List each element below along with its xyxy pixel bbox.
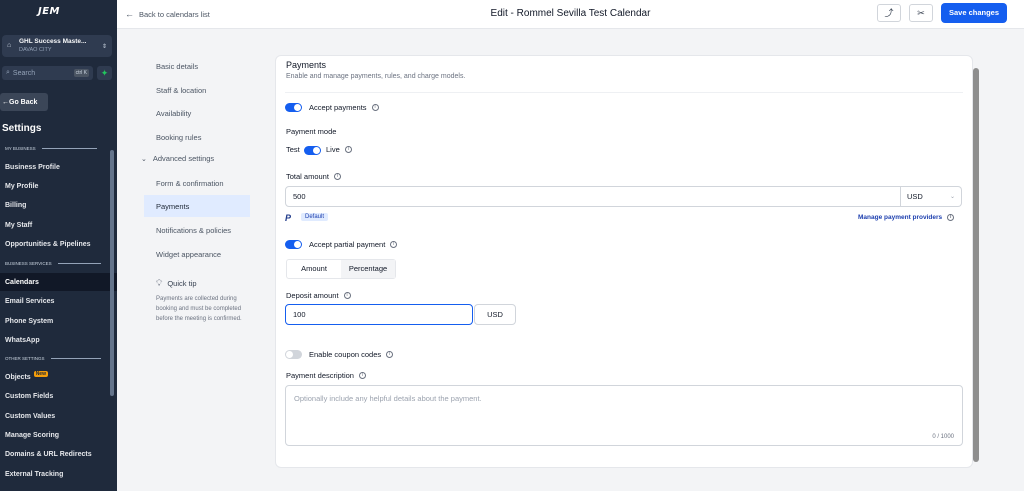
coupon-codes-toggle[interactable] [285, 350, 302, 359]
divider [285, 92, 963, 93]
deposit-amount-label: Deposit amount i [286, 291, 351, 300]
info-icon[interactable]: i [386, 351, 394, 358]
character-counter: 0 / 1000 [932, 434, 954, 440]
chevron-down-icon: ⌄ [141, 155, 147, 163]
chevron-updown-icon: ⇕ [101, 43, 107, 50]
partial-payment-toggle[interactable] [285, 240, 302, 249]
payment-description-label: Payment description i [286, 371, 366, 380]
quick-tip-title: 💡︎ Quick tip [156, 278, 197, 288]
arrow-left-icon: ← [2, 98, 9, 106]
currency-select[interactable]: USD ⌄ [900, 186, 962, 207]
share-button[interactable]: ⤴ [877, 4, 901, 22]
tools-icon: ✂ [917, 8, 925, 18]
accept-payments-label: Accept payments i [309, 103, 379, 112]
shortcut-badge: ctrl K [73, 69, 89, 77]
subnav-availability[interactable]: Availability [144, 102, 250, 124]
info-icon[interactable]: i [344, 146, 352, 153]
subnav-basic-details[interactable]: Basic details [144, 55, 250, 77]
sidebar-item-external-tracking[interactable]: External Tracking [0, 465, 117, 483]
payment-mode-toggle[interactable] [304, 146, 321, 155]
subnav-notifications[interactable]: Notifications & policies [144, 219, 250, 241]
section-heading: BUSINESS SERVICES [5, 261, 105, 266]
paypal-icon: P [285, 213, 292, 223]
sidebar-item-billing[interactable]: Billing [0, 196, 117, 214]
sidebar-item-custom-fields[interactable]: Custom Fields [0, 387, 117, 405]
sidebar-item-whatsapp[interactable]: WhatsApp [0, 331, 117, 349]
sidebar-item-phone-system[interactable]: Phone System [0, 312, 117, 330]
new-badge: New [33, 371, 48, 377]
subnav-payments[interactable]: Payments [144, 195, 250, 217]
sidebar-item-my-staff[interactable]: My Staff [0, 216, 117, 234]
manage-payment-providers-link[interactable]: Manage payment providers i [858, 214, 955, 221]
info-icon[interactable]: i [333, 173, 341, 180]
save-changes-button[interactable]: Save changes [941, 3, 1007, 23]
account-location: DAVAO CITY [19, 47, 52, 53]
subnav-staff-location[interactable]: Staff & location [144, 79, 250, 101]
sidebar-item-calendars[interactable]: Calendars [0, 273, 117, 291]
lightbulb-icon: 💡︎ [156, 278, 163, 288]
main-scrollbar[interactable] [973, 68, 979, 462]
sidebar-scrollbar[interactable] [110, 150, 114, 396]
sidebar-item-business-profile[interactable]: Business Profile [0, 158, 117, 176]
section-heading: MY BUSINESS [5, 146, 105, 151]
total-amount-label: Total amount i [286, 172, 341, 181]
quick-tip-text: Payments are collected during booking an… [156, 296, 242, 322]
sidebar-item-manage-scoring[interactable]: Manage Scoring [0, 426, 117, 444]
sidebar-item-my-profile[interactable]: My Profile [0, 177, 117, 195]
accept-payments-toggle[interactable] [285, 103, 302, 112]
sidebar-item-custom-values[interactable]: Custom Values [0, 407, 117, 425]
segment-percentage[interactable]: Percentage [341, 260, 395, 278]
info-icon[interactable]: i [390, 241, 398, 248]
section-subtitle: Enable and manage payments, rules, and c… [286, 73, 466, 80]
chevron-down-icon: ⌄ [949, 194, 955, 200]
brand-logo[interactable]: JEM [38, 6, 74, 24]
back-to-calendars-link[interactable]: ← Back to calendars list [125, 9, 210, 19]
partial-payment-label: Accept partial payment i [309, 240, 398, 249]
sidebar-title: Settings [2, 123, 42, 134]
payment-mode-label: Payment mode [286, 127, 337, 136]
sidebar-item-objects[interactable]: Objects New [0, 368, 117, 386]
search-icon: ⌕ [6, 69, 10, 76]
go-back-button[interactable]: ← Go Back [0, 93, 48, 111]
mode-live-label: Live i [326, 145, 352, 154]
search-input[interactable]: ⌕ Search ctrl K [2, 66, 93, 80]
mode-test-label: Test [286, 145, 300, 154]
subnav-widget-appearance[interactable]: Widget appearance [144, 243, 250, 265]
info-icon[interactable]: i [358, 372, 366, 379]
sidebar-item-opportunities[interactable]: Opportunities & Pipelines [0, 235, 117, 253]
section-title: Payments [286, 60, 327, 70]
subnav-form-confirmation[interactable]: Form & confirmation [144, 172, 250, 194]
textarea-placeholder: Optionally include any helpful details a… [294, 394, 482, 403]
total-amount-input[interactable]: 500 [285, 186, 901, 207]
tools-button[interactable]: ✂ [909, 4, 933, 22]
account-name: GHL Success Maste... [19, 38, 87, 45]
deposit-currency: USD [474, 304, 516, 325]
account-switcher[interactable]: ⌂ GHL Success Maste... DAVAO CITY ⇕ [2, 35, 112, 57]
quick-add-button[interactable]: ✦ [97, 66, 112, 80]
subnav-advanced-settings[interactable]: ⌄ Advanced settings [141, 154, 214, 163]
info-icon[interactable]: i [343, 292, 351, 299]
section-heading: OTHER SETTINGS [5, 356, 105, 361]
info-icon[interactable]: i [371, 104, 379, 111]
deposit-type-segmented: Amount Percentage [286, 259, 396, 279]
location-icon: ⌂ [7, 42, 12, 49]
sidebar-item-domains[interactable]: Domains & URL Redirects [0, 445, 117, 463]
share-icon: ⤴ [884, 8, 894, 18]
subnav-booking-rules[interactable]: Booking rules [144, 126, 250, 148]
arrow-left-icon: ← [125, 9, 134, 19]
default-provider-badge: Default [301, 213, 329, 221]
info-icon[interactable]: i [947, 214, 955, 221]
payment-description-textarea[interactable]: Optionally include any helpful details a… [285, 385, 963, 446]
deposit-amount-input[interactable]: 100 [285, 304, 473, 325]
settings-sidebar: JEM ⌂ GHL Success Maste... DAVAO CITY ⇕ … [0, 0, 117, 491]
segment-amount[interactable]: Amount [287, 260, 341, 278]
sidebar-item-email-services[interactable]: Email Services [0, 292, 117, 310]
coupon-codes-label: Enable coupon codes i [309, 350, 394, 359]
top-bar: ← Back to calendars list Edit - Rommel Se… [117, 0, 1024, 29]
